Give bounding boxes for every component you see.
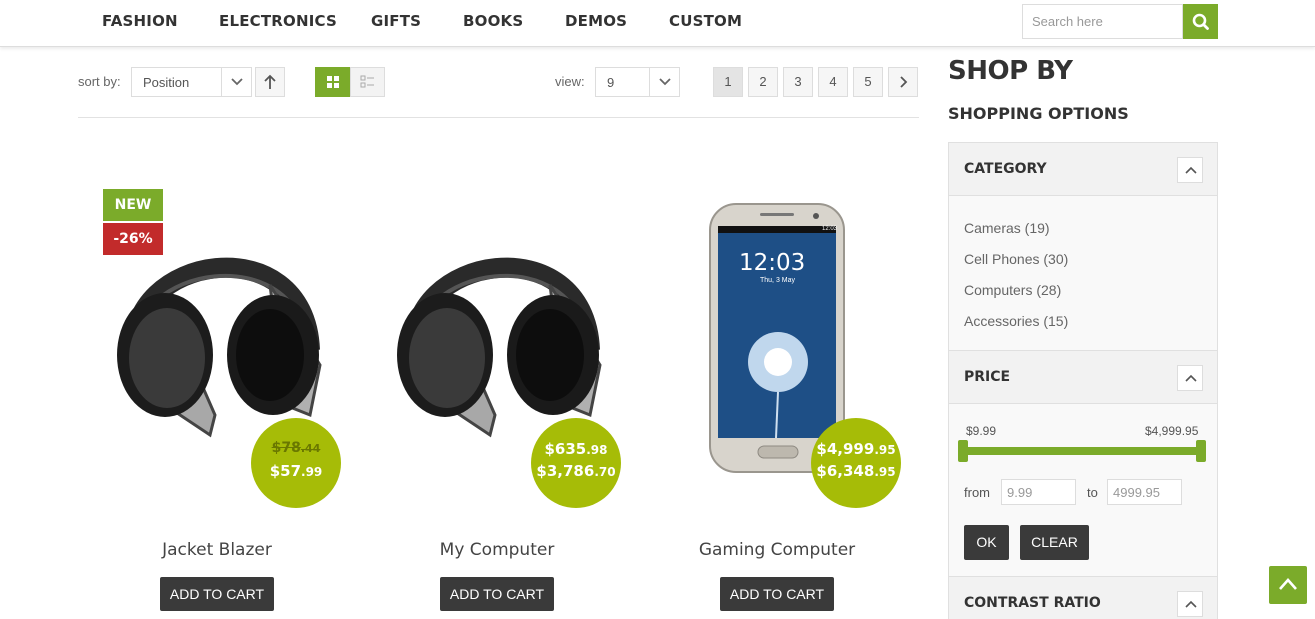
second-price: $6,348.95	[816, 462, 896, 480]
add-to-cart-button[interactable]: ADD TO CART	[720, 577, 834, 611]
old-price: $78.44	[271, 440, 321, 456]
next-page-button[interactable]	[888, 67, 918, 97]
sort-label: sort by:	[78, 74, 121, 89]
search-button[interactable]	[1183, 4, 1218, 39]
category-item-accessories[interactable]: Accessories (15)	[964, 313, 1068, 329]
grid-view-button[interactable]	[315, 67, 350, 97]
price-badge: $78.44 $57.99	[251, 418, 341, 508]
price-from-input[interactable]	[1001, 479, 1076, 505]
sort-select[interactable]: Position	[131, 67, 252, 97]
contrast-filter-panel: CONTRAST RATIO	[948, 576, 1218, 619]
toolbar-divider	[78, 117, 919, 118]
grid-icon	[327, 76, 339, 88]
chevron-up-icon	[1279, 578, 1297, 590]
price-filter-header[interactable]: PRICE	[949, 351, 1217, 404]
view-value: 9	[607, 75, 615, 90]
chevron-up-icon	[1185, 374, 1197, 382]
nav-item-gifts[interactable]: GIFTS	[371, 12, 421, 30]
search-input[interactable]	[1022, 4, 1183, 39]
discount-badge: -26%	[103, 223, 163, 255]
contrast-filter-title: CONTRAST RATIO	[964, 595, 1101, 611]
sort-value: Position	[143, 75, 190, 90]
category-filter-panel: CATEGORY Cameras (19) Cell Phones (30) C…	[948, 142, 1218, 351]
price-slider-max-handle[interactable]	[1196, 440, 1206, 462]
collapse-contrast-button[interactable]	[1177, 591, 1203, 617]
chevron-up-icon	[1185, 600, 1197, 608]
back-to-top-button[interactable]	[1269, 566, 1307, 604]
category-filter-header[interactable]: CATEGORY	[949, 143, 1217, 196]
chevron-down-icon	[221, 68, 251, 96]
clear-button[interactable]: CLEAR	[1020, 525, 1089, 560]
arrow-up-icon	[264, 74, 276, 89]
price-slider-min-handle[interactable]	[958, 440, 968, 462]
price-min-label: $9.99	[966, 424, 997, 438]
collapse-price-button[interactable]	[1177, 365, 1203, 391]
phone-date: Thu, 3 May	[760, 277, 796, 284]
current-price: $4,999.95	[816, 440, 896, 458]
sort-direction-button[interactable]	[255, 67, 285, 97]
contrast-filter-header[interactable]: CONTRAST RATIO	[949, 577, 1217, 619]
nav-item-books[interactable]: BOOKS	[463, 12, 523, 30]
price-slider-track[interactable]	[963, 447, 1203, 455]
view-label: view:	[555, 74, 585, 89]
product-name[interactable]: Gaming Computer	[677, 540, 877, 560]
phone-status-time: 12:03	[822, 226, 838, 232]
nav-item-custom[interactable]: CUSTOM	[669, 12, 742, 30]
sidebar-title: SHOP BY	[948, 56, 1073, 86]
current-price: $57.99	[269, 462, 323, 480]
list-view-button[interactable]	[350, 67, 385, 97]
add-to-cart-button[interactable]: ADD TO CART	[440, 577, 554, 611]
category-item-cell-phones[interactable]: Cell Phones (30)	[964, 251, 1068, 267]
chevron-down-icon	[649, 68, 679, 96]
page-1-button[interactable]: 1	[713, 67, 743, 97]
search-icon	[1192, 13, 1209, 30]
page-3-button[interactable]: 3	[783, 67, 813, 97]
list-icon	[360, 75, 374, 88]
top-navigation: FASHION ELECTRONICS GIFTS BOOKS DEMOS CU…	[0, 0, 1315, 47]
ok-button[interactable]: OK	[964, 525, 1009, 560]
second-price: $3,786.70	[536, 462, 616, 480]
nav-item-demos[interactable]: DEMOS	[565, 12, 627, 30]
product-name[interactable]: Jacket Blazer	[117, 540, 317, 560]
chevron-right-icon	[900, 76, 908, 88]
page-5-button[interactable]: 5	[853, 67, 883, 97]
sidebar-subtitle: SHOPPING OPTIONS	[948, 104, 1129, 123]
new-badge: NEW	[103, 189, 163, 221]
to-label: to	[1087, 485, 1098, 500]
nav-item-fashion[interactable]: FASHION	[102, 12, 178, 30]
view-select[interactable]: 9	[595, 67, 680, 97]
add-to-cart-button[interactable]: ADD TO CART	[160, 577, 274, 611]
chevron-up-icon	[1185, 166, 1197, 174]
category-item-computers[interactable]: Computers (28)	[964, 282, 1061, 298]
nav-item-electronics[interactable]: ELECTRONICS	[219, 12, 337, 30]
phone-clock: 12:03	[739, 250, 806, 276]
price-badge: $635.98 $3,786.70	[531, 418, 621, 508]
category-item-cameras[interactable]: Cameras (19)	[964, 220, 1050, 236]
price-filter-title: PRICE	[964, 369, 1011, 385]
current-price: $635.98	[544, 440, 608, 458]
price-max-label: $4,999.95	[1145, 424, 1199, 438]
category-filter-title: CATEGORY	[964, 161, 1047, 177]
page-4-button[interactable]: 4	[818, 67, 848, 97]
from-label: from	[964, 485, 990, 500]
page-2-button[interactable]: 2	[748, 67, 778, 97]
price-to-input[interactable]	[1107, 479, 1182, 505]
collapse-category-button[interactable]	[1177, 157, 1203, 183]
price-badge: $4,999.95 $6,348.95	[811, 418, 901, 508]
product-name[interactable]: My Computer	[397, 540, 597, 560]
